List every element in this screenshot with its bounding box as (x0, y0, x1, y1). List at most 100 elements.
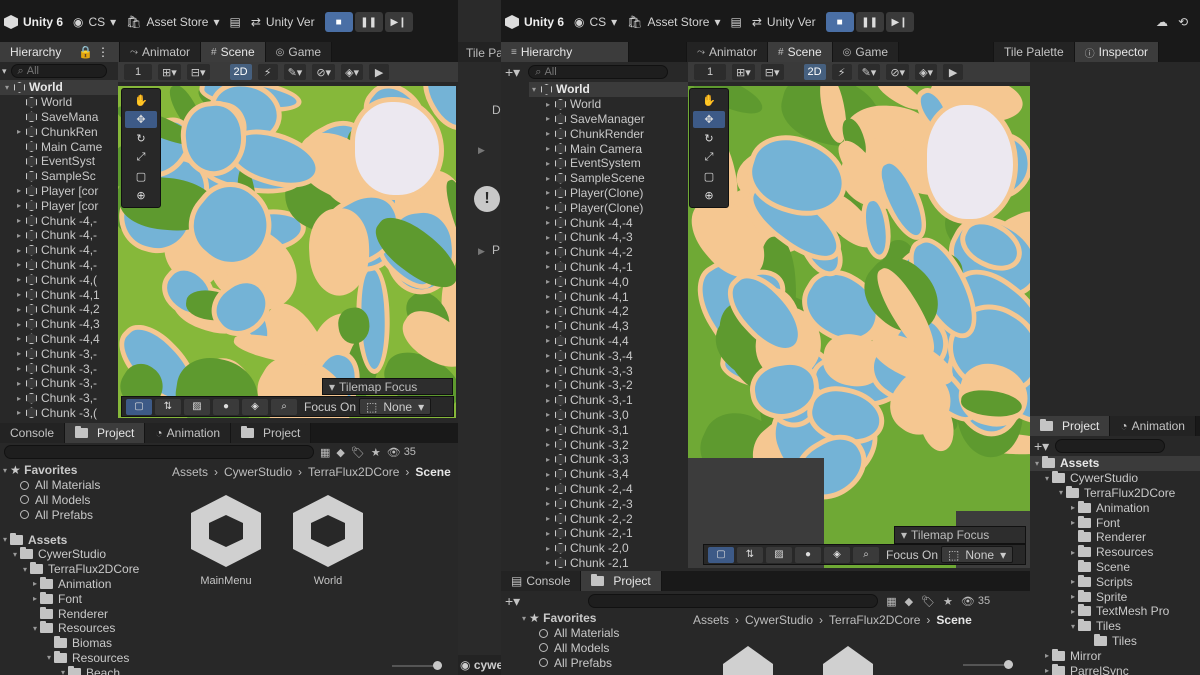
hierarchy-item[interactable]: ▸ Player [cor (0, 184, 118, 199)
tab-animator[interactable]: ⤳ Animator (687, 42, 769, 62)
layers-button[interactable]: ◈▾ (915, 64, 938, 80)
mode-2d-toggle[interactable]: 2D (229, 64, 252, 80)
step-button[interactable]: ▶❙ (384, 12, 413, 32)
tab-animation[interactable]: ◔ Animation (1110, 416, 1196, 436)
tab-animator[interactable]: ⤳ Animator (120, 42, 202, 62)
rotate-tool[interactable]: ↻ (693, 130, 725, 147)
hierarchy-item[interactable]: World (0, 95, 118, 110)
hierarchy-item[interactable]: ▸ Chunk -4,- (0, 228, 118, 243)
hidden-count[interactable]: 👁 35 (961, 595, 990, 608)
tab-project-2[interactable]: Project (231, 423, 312, 443)
project-search-input[interactable] (588, 594, 879, 608)
hierarchy-item[interactable]: ▸ Chunk -4,-4 (529, 215, 688, 230)
unity-logo-button[interactable]: Unity 6 (505, 15, 564, 29)
hierarchy-item[interactable]: ▸ Player [cor (0, 198, 118, 213)
add-icon[interactable]: +▾ (505, 593, 520, 610)
unity-logo-button[interactable]: Unity 6 (4, 15, 63, 29)
transform-tool[interactable]: ⊕ (125, 187, 157, 204)
tab-project[interactable]: Project (65, 423, 146, 443)
hierarchy-item[interactable]: ▸ Chunk -3,2 (529, 437, 688, 452)
hierarchy-item[interactable]: ▸ World (529, 97, 688, 112)
hierarchy-item[interactable]: SaveMana (0, 110, 118, 125)
hierarchy-item[interactable]: ▸ Chunk -3,0 (529, 408, 688, 423)
lighting-button[interactable]: ⚡ (831, 64, 852, 80)
hierarchy-search-input[interactable]: ⌕ All (528, 65, 669, 79)
tile-select-tool[interactable]: ▢ (708, 546, 734, 563)
favorite-item[interactable]: All Models (0, 493, 166, 508)
tab-tile-palette[interactable]: Tile Palette (994, 42, 1075, 62)
favorite-item[interactable]: All Materials (519, 626, 685, 641)
folder-item[interactable]: ▾ Resources (0, 650, 166, 666)
hierarchy-item[interactable]: ▸ Chunk -4,- (0, 243, 118, 258)
hierarchy-item[interactable]: ▸ Chunk -3,- (0, 346, 118, 361)
visibility-button[interactable]: ⊘▾ (886, 64, 910, 80)
folder-item[interactable]: ▾ Resources (0, 621, 166, 636)
hand-tool[interactable]: ✋ (125, 92, 157, 109)
folder-item[interactable]: ▸ ParrelSync (1030, 663, 1200, 675)
hierarchy-item[interactable]: ▸ ChunkRender (529, 126, 688, 141)
hierarchy-item[interactable]: ▸ Chunk -4,0 (529, 274, 688, 289)
pause-button[interactable]: ❚❚ (855, 12, 884, 32)
grid-snap-button[interactable]: ⊞▾ (158, 64, 181, 80)
hierarchy-item[interactable]: ▸ Chunk -2,0 (529, 541, 688, 556)
rect-tool[interactable]: ▢ (693, 168, 725, 185)
label-icon[interactable]: 🏷 (921, 595, 935, 608)
folder-item[interactable]: Biomas (0, 636, 166, 651)
favorite-item[interactable]: All Materials (0, 478, 166, 493)
type-icon[interactable]: ◆ (336, 446, 344, 459)
mode-2d-toggle[interactable]: 2D (803, 64, 826, 80)
side-search-input[interactable] (1055, 439, 1166, 453)
transform-tool[interactable]: ⊕ (693, 187, 725, 204)
hierarchy-item[interactable]: ▸ Chunk -4,1 (0, 287, 118, 302)
asset-world[interactable]: World (292, 495, 364, 587)
folder-item[interactable]: Scene (1030, 559, 1200, 575)
layers-button[interactable]: ◈▾ (341, 64, 364, 80)
hierarchy-item[interactable]: ▸ Chunk -2,-4 (529, 482, 688, 497)
folder-item[interactable]: ▾ CywerStudio (0, 547, 166, 562)
hierarchy-root-world[interactable]: ▾ World (529, 82, 688, 97)
hierarchy-item[interactable]: ▸ Chunk -4,-2 (529, 245, 688, 260)
favorite-item[interactable]: All Models (519, 641, 685, 656)
tab-animation[interactable]: ◔ Animation (145, 423, 232, 443)
hand-tool[interactable]: ✋ (693, 92, 725, 109)
hierarchy-item[interactable]: ▸ SampleScene (529, 171, 688, 186)
folder-item[interactable]: ▸ Animation (1030, 500, 1200, 515)
rect-tool[interactable]: ▢ (125, 168, 157, 185)
add-icon[interactable]: ▾ (2, 66, 7, 77)
rotate-tool[interactable]: ↻ (125, 130, 157, 147)
hierarchy-item[interactable]: ▸ Chunk -3,-2 (529, 378, 688, 393)
hierarchy-item[interactable]: ▸ Chunk -4,-1 (529, 260, 688, 275)
hierarchy-item[interactable]: ▸ Chunk -4,2 (0, 302, 118, 317)
hierarchy-item[interactable]: ▸ Chunk -4,- (0, 213, 118, 228)
folder-item[interactable]: ▸ Font (1030, 515, 1200, 530)
hierarchy-item[interactable]: ▸ Chunk -4,- (0, 258, 118, 273)
filter-icon[interactable]: ▦ (886, 595, 896, 608)
hierarchy-item[interactable]: ▸ Chunk -3,- (0, 391, 118, 406)
asset-store-button[interactable]: 🛍 Asset Store ▾ (627, 15, 720, 29)
tab-inspector[interactable]: ⓘ Inspector (1074, 42, 1159, 62)
hierarchy-item[interactable]: ▸ Chunk -3,- (0, 361, 118, 376)
folder-item[interactable]: ▾ CywerStudio (1030, 471, 1200, 486)
hierarchy-item[interactable]: SampleSc (0, 169, 118, 184)
star-icon[interactable]: ★ (371, 446, 381, 459)
label-icon[interactable]: 🏷 (351, 446, 365, 459)
folder-item[interactable]: ▸ Font (0, 591, 166, 606)
hierarchy-item[interactable]: ▸ Player(Clone) (529, 186, 688, 201)
favorites-header[interactable]: ▾ ★ Favorites (0, 463, 166, 478)
tile-select-tool[interactable]: ▢ (126, 398, 152, 415)
hierarchy-item[interactable]: ▸ Chunk -2,-2 (529, 511, 688, 526)
folder-item[interactable]: Renderer (1030, 530, 1200, 545)
hierarchy-item[interactable]: ▸ Chunk -4,3 (529, 319, 688, 334)
asset-mainmenu[interactable]: MainMenu (190, 495, 262, 587)
hierarchy-item[interactable]: ▸ Chunk -2,-3 (529, 496, 688, 511)
folder-item[interactable]: ▾ TerraFlux2DCore (0, 562, 166, 577)
tab-game[interactable]: ◎ Game (265, 42, 333, 62)
hierarchy-item[interactable]: ▸ Chunk -3,3 (529, 452, 688, 467)
assets-header[interactable]: ▾ Assets (0, 532, 166, 547)
version-button[interactable]: ⇄ Unity Ver (251, 15, 315, 29)
tile-fill-tool[interactable]: ◈ (824, 546, 850, 563)
tile-paint-tool[interactable]: ▨ (766, 546, 792, 563)
tab-game[interactable]: ◎ Game (832, 42, 900, 62)
move-tool[interactable]: ✥ (125, 111, 157, 128)
tab-project[interactable]: Project (581, 571, 662, 591)
